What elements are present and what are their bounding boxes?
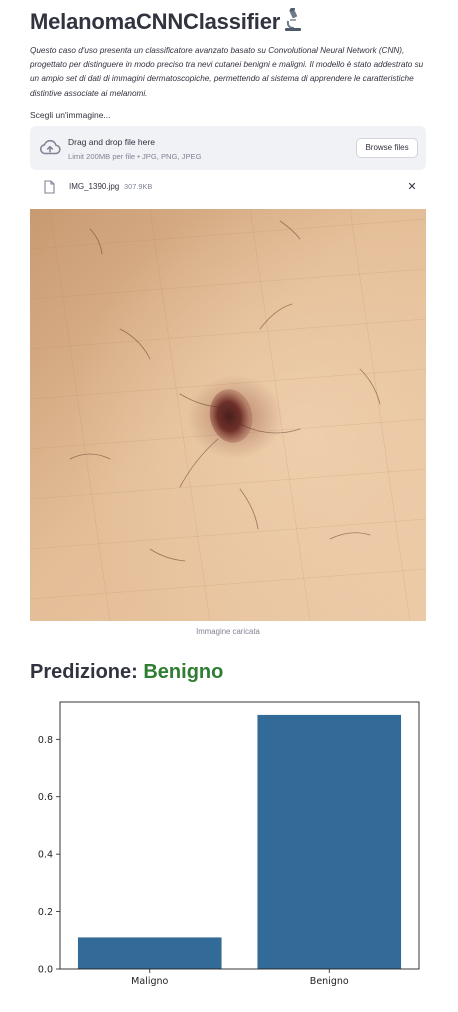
prediction-heading: Predizione: Benigno [30,661,223,684]
uploader-label: Scegli un'immagine... [30,110,111,120]
close-icon[interactable]: ✕ [406,180,418,194]
dropzone-title: Drag and drop file here [68,137,155,147]
y-tick-label: 0.2 [38,907,53,918]
dropzone-subtitle: Limit 200MB per file • JPG, PNG, JPEG [68,152,202,161]
page-description: Questo caso d'uso presenta un classifica… [30,46,424,98]
y-tick-label: 0.6 [38,792,53,803]
x-tick-label: Benigno [310,976,349,987]
file-dropzone[interactable]: Drag and drop file here Limit 200MB per … [30,126,426,170]
file-name: IMG_1390.jpg [69,182,120,191]
cloud-upload-icon [39,139,61,155]
prediction-label: Predizione: [30,661,138,683]
y-tick-label: 0.4 [38,850,53,861]
x-tick-label: Maligno [131,976,168,987]
image-caption: Immagine caricata [196,627,260,636]
browse-files-button[interactable]: Browse files [356,138,418,158]
chart-bar-maligno [77,937,222,969]
uploaded-file-row: IMG_1390.jpg 307.9KB ✕ [30,177,426,197]
y-tick-label: 0.8 [38,735,53,746]
uploaded-image [30,209,426,621]
microscope-icon [285,8,302,31]
page-title-text: MelanomaCNNClassifier [30,9,281,34]
probability-chart: 0.0 0.2 0.4 0.6 0.8 Maligno Benigno [24,700,434,1000]
y-tick-label: 0.0 [38,965,53,976]
bar-chart: 0.0 0.2 0.4 0.6 0.8 Maligno Benigno [38,701,420,987]
file-icon [44,180,55,194]
prediction-value: Benigno [143,661,224,683]
chart-bar-benigno [257,714,402,969]
page-title: MelanomaCNNClassifier [30,8,304,35]
file-size: 307.9KB [124,182,153,191]
